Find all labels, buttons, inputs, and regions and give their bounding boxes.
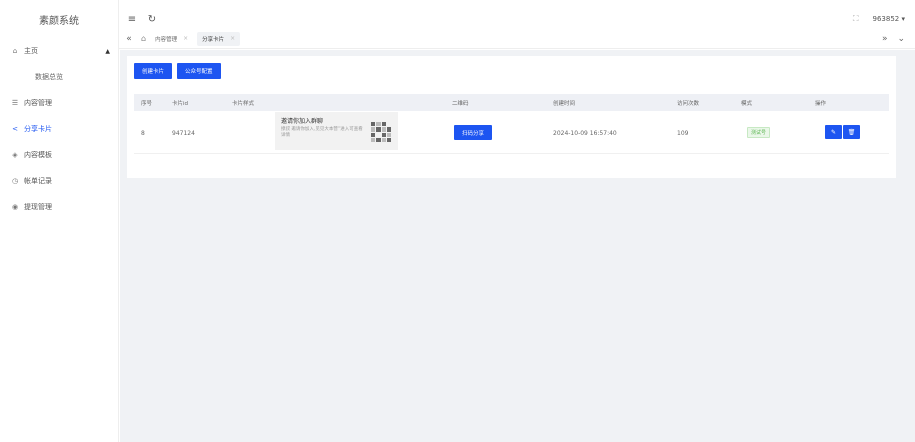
tab-label: 内容管理 [155,36,178,43]
caret-up-icon: ▲ [105,47,110,55]
fullscreen-icon[interactable]: ⛶ [853,14,859,24]
sidebar-item-label: 数据总览 [35,73,63,81]
sidebar-item-label: 提现管理 [24,203,52,211]
card-id: 947124 [172,129,195,137]
create-card-button[interactable]: 创建卡片 [134,63,173,79]
refresh-icon[interactable]: ↻ [145,14,159,25]
visit-count: 109 [677,129,689,137]
home-icon: ⌂ [12,47,18,55]
sidebar-item-billing[interactable]: ◷ 帐单记录 [0,168,118,194]
column-header: 创建时间 [553,100,576,107]
list-icon: ☰ [11,99,19,107]
column-header: 卡片样式 [232,100,255,107]
tab-content-manage[interactable]: 内容管理 × [150,32,193,46]
column-header: 模式 [741,100,753,107]
share-icon: < [12,125,18,133]
column-header: 二维码 [452,100,469,107]
group-avatar-image [371,122,391,142]
sidebar-item-label: 内容模板 [24,151,52,159]
column-header: 操作 [815,100,827,107]
clock-icon: ◷ [11,177,19,185]
content-card: 创建卡片 公众号配置 序号 卡片id 卡片样式 二维码 创建时间 访问次数 模式… [127,56,896,178]
chevron-down-icon[interactable]: ⌄ [897,34,905,44]
template-icon: ◈ [12,151,18,159]
sidebar-item-label: 主页 [24,47,38,55]
app-logo: 素颜系统 [39,15,79,27]
column-header: 卡片id [172,100,189,107]
column-header: 访问次数 [677,100,700,107]
menu-toggle-icon[interactable]: ≡ [125,14,139,25]
row-number: 8 [141,129,145,137]
main-content: 创建卡片 公众号配置 序号 卡片id 卡片样式 二维码 创建时间 访问次数 模式… [120,50,915,442]
column-header: 序号 [141,100,153,107]
sidebar-item-content[interactable]: ☰ 内容管理 [0,90,118,116]
edit-button[interactable]: ✎ [825,125,842,139]
sidebar-item-overview[interactable]: 数据总览 [0,64,118,90]
sidebar-item-share-card[interactable]: < 分享卡片 [0,116,118,142]
row-divider [134,153,889,154]
tabs-scroll-left-icon[interactable]: « [123,34,135,44]
sidebar-item-label: 分享卡片 [24,125,52,133]
pencil-icon: ✎ [830,128,837,136]
card-style-preview: 邀请你加入群聊 撩叔 邀请你加入,见见大本营”进入可查看详情 [275,112,398,150]
withdraw-icon: ◉ [11,203,19,211]
row-actions: ✎ 🗑 [825,125,860,139]
tabs-bar: « ⌂ 内容管理 × 分享卡片 × » ⌄ [119,29,915,49]
trash-icon: 🗑 [847,128,856,136]
official-account-config-button[interactable]: 公众号配置 [177,63,221,79]
username: 963852 [872,15,900,23]
home-tab-icon[interactable]: ⌂ [141,34,146,43]
delete-button[interactable]: 🗑 [843,125,860,139]
table-header: 序号 卡片id 卡片样式 二维码 创建时间 访问次数 模式 操作 [134,94,889,111]
mode-badge: 测试号 [747,127,771,138]
sidebar-item-withdraw[interactable]: ◉ 提现管理 [0,194,118,220]
sidebar: 素颜系统 ⌂ 主页 ▲ 数据总览 ☰ 内容管理 < 分享卡片 ◈ 内容模板 ◷ … [0,0,119,442]
table-row: 8 947124 邀请你加入群聊 撩叔 邀请你加入,见见大本营”进入可查看详情 … [134,112,889,153]
user-dropdown[interactable]: 963852 ▾ [873,15,905,23]
sidebar-item-label: 内容管理 [24,99,52,107]
close-icon[interactable]: × [230,35,235,42]
tabs-scroll-right-icon[interactable]: » [882,34,888,44]
tab-label: 分享卡片 [202,36,225,43]
tab-share-card[interactable]: 分享卡片 × [197,31,241,46]
scan-share-button[interactable]: 扫码分享 [454,125,493,140]
sidebar-item-label: 帐单记录 [24,177,52,185]
created-time: 2024-10-09 16:57:40 [553,129,617,137]
close-icon[interactable]: × [183,35,188,42]
sidebar-item-template[interactable]: ◈ 内容模板 [0,142,118,168]
sidebar-item-home[interactable]: ⌂ 主页 ▲ [0,38,118,64]
card-style-desc: 撩叔 邀请你加入,见见大本营”进入可查看详情 [281,127,363,138]
